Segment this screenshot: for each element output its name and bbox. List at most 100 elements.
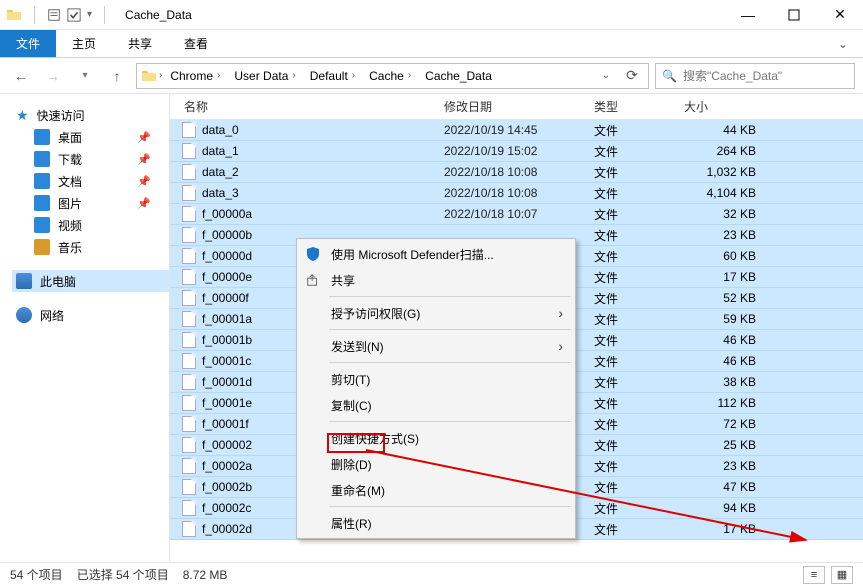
table-row[interactable]: data_2 2022/10/18 10:08 文件 1,032 KB [170,162,863,183]
file-icon [182,332,196,348]
col-name[interactable]: 名称 [170,98,430,115]
view-details-icon[interactable]: ≡ [803,566,825,584]
minimize-button[interactable]: — [725,0,771,30]
checkbox-icon[interactable] [67,8,81,22]
context-menu: 使用 Microsoft Defender扫描... 共享 授予访问权限(G) … [296,238,576,539]
sidebar-quick-access[interactable]: ★ 快速访问 [16,104,169,126]
tab-view[interactable]: 查看 [168,30,224,57]
properties-icon[interactable] [47,8,61,22]
col-type[interactable]: 类型 [580,98,670,115]
column-headers: 名称 修改日期 类型 大小 [170,94,863,120]
file-icon [182,395,196,411]
sidebar-item[interactable]: 音乐 [34,236,169,258]
ctx-properties[interactable]: 属性(R) [297,510,575,536]
sidebar-item[interactable]: 文档📌 [34,170,169,192]
view-large-icon[interactable]: ▦ [831,566,853,584]
forward-button[interactable]: → [40,63,66,89]
folder-icon [34,129,50,145]
pin-icon: 📌 [137,175,151,188]
folder-icon [6,7,22,23]
folder-icon [34,151,50,167]
file-icon [182,185,196,201]
recent-dropdown[interactable]: ▾ [72,63,98,89]
ctx-share[interactable]: 共享 [297,267,575,293]
close-button[interactable]: ✕ [817,0,863,30]
sidebar-item[interactable]: 视频 [34,214,169,236]
maximize-button[interactable] [771,0,817,30]
refresh-button[interactable]: ⟳ [620,63,644,89]
search-icon: 🔍 [662,69,677,83]
ribbon: 文件 主页 共享 查看 ⌄ [0,30,863,58]
status-count: 54 个项目 [10,566,63,583]
file-icon [182,143,196,159]
table-row[interactable]: data_0 2022/10/19 14:45 文件 44 KB [170,120,863,141]
folder-icon [141,68,157,84]
star-icon: ★ [16,107,29,124]
sidebar: ★ 快速访问 桌面📌下载📌文档📌图片📌视频音乐 此电脑 网络 [0,94,170,562]
ribbon-expand[interactable]: ⌄ [823,30,863,57]
file-icon [182,248,196,264]
ctx-shortcut[interactable]: 创建快捷方式(S) [297,425,575,451]
status-selection: 已选择 54 个项目 [77,566,169,583]
sidebar-network[interactable]: 网络 [16,304,169,326]
shield-icon [303,246,323,262]
folder-icon [34,173,50,189]
sidebar-item[interactable]: 桌面📌 [34,126,169,148]
back-button[interactable]: ← [8,63,34,89]
ctx-scan[interactable]: 使用 Microsoft Defender扫描... [297,241,575,267]
navbar: ← → ▾ ↑ › Chrome› User Data› Default› Ca… [0,58,863,94]
titlebar: ▾ Cache_Data — ✕ [0,0,863,30]
tab-home[interactable]: 主页 [56,30,112,57]
ctx-cut[interactable]: 剪切(T) [297,366,575,392]
table-row[interactable]: f_00000a 2022/10/18 10:07 文件 32 KB [170,204,863,225]
file-icon [182,206,196,222]
pin-icon: 📌 [137,131,151,144]
address-bar[interactable]: › Chrome› User Data› Default› Cache› Cac… [136,63,649,89]
file-icon [182,500,196,516]
file-icon [182,437,196,453]
file-icon [182,311,196,327]
crumb[interactable]: Cache_Data [419,67,498,85]
search-placeholder: 搜索"Cache_Data" [683,67,782,84]
tab-file[interactable]: 文件 [0,30,56,57]
crumb[interactable]: Default› [304,67,361,85]
ctx-copy[interactable]: 复制(C) [297,392,575,418]
folder-icon [34,195,50,211]
col-date[interactable]: 修改日期 [430,98,580,115]
tab-share[interactable]: 共享 [112,30,168,57]
sidebar-item[interactable]: 下载📌 [34,148,169,170]
network-icon [16,307,32,323]
pc-icon [16,273,32,289]
table-row[interactable]: data_1 2022/10/19 15:02 文件 264 KB [170,141,863,162]
file-icon [182,353,196,369]
pin-icon: 📌 [137,197,151,210]
file-icon [182,290,196,306]
share-icon [303,273,323,287]
file-icon [182,269,196,285]
ctx-send-to[interactable]: 发送到(N) [297,333,575,359]
sidebar-item[interactable]: 图片📌 [34,192,169,214]
crumb[interactable]: Cache› [363,67,417,85]
pin-icon: 📌 [137,153,151,166]
table-row[interactable]: data_3 2022/10/18 10:08 文件 4,104 KB [170,183,863,204]
file-icon [182,479,196,495]
search-input[interactable]: 🔍 搜索"Cache_Data" [655,63,855,89]
file-icon [182,521,196,537]
file-icon [182,164,196,180]
file-icon [182,374,196,390]
sidebar-thispc[interactable]: 此电脑 [12,270,169,292]
file-icon [182,458,196,474]
file-icon [182,122,196,138]
crumb[interactable]: User Data› [228,67,301,85]
address-dropdown[interactable]: ⌄ [596,63,616,89]
window-title: Cache_Data [125,8,192,22]
ctx-grant-access[interactable]: 授予访问权限(G) [297,300,575,326]
folder-icon [34,217,50,233]
crumb[interactable]: Chrome› [164,67,226,85]
col-size[interactable]: 大小 [670,98,780,115]
ctx-delete[interactable]: 删除(D) [297,451,575,477]
ctx-rename[interactable]: 重命名(M) [297,477,575,503]
folder-icon [34,239,50,255]
up-button[interactable]: ↑ [104,63,130,89]
status-size: 8.72 MB [183,568,228,582]
